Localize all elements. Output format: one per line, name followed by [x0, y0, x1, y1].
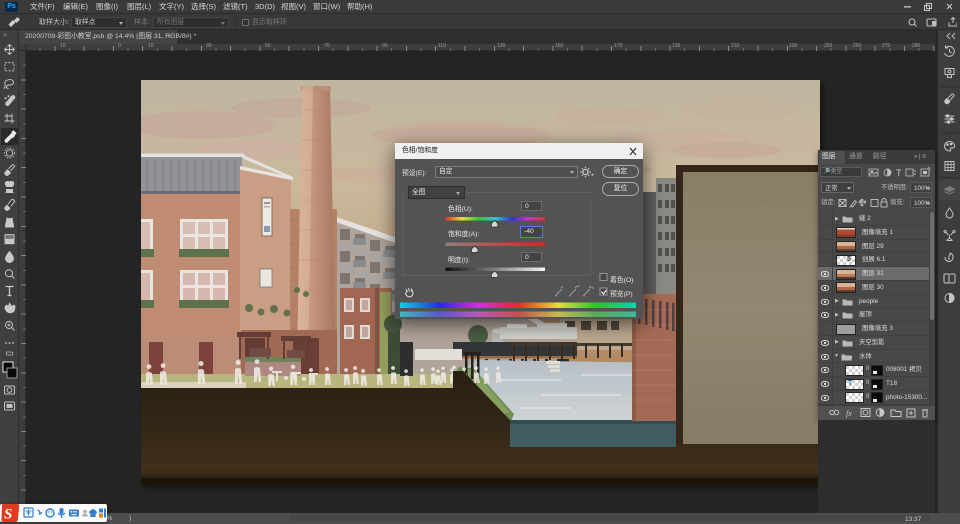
svg-text:fx: fx [846, 409, 852, 418]
svg-text:T: T [896, 168, 902, 178]
svg-text:S: S [4, 507, 12, 523]
